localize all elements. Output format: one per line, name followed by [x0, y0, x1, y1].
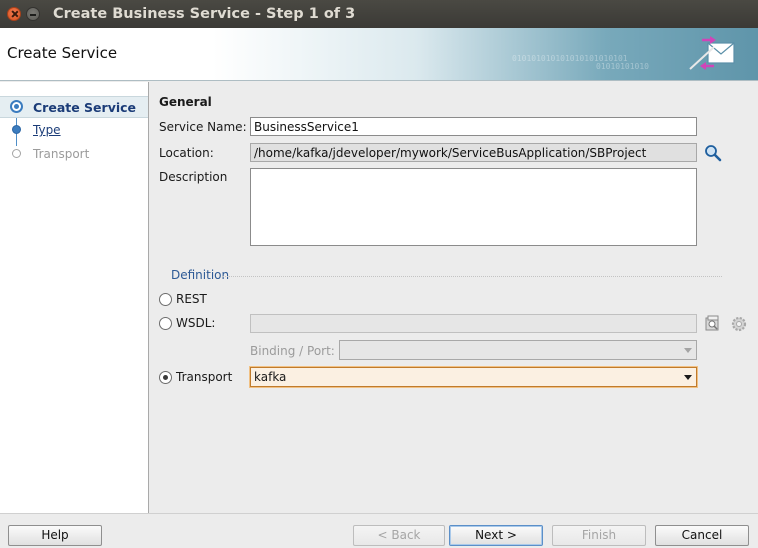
decor-binary: 01010101010: [596, 62, 649, 71]
train-step-icon: [12, 149, 21, 158]
step-label: Create Service: [33, 100, 137, 115]
service-name-label-text: Service Name:: [159, 120, 247, 134]
wizard-header: Create Service 010101010101010101010101 …: [0, 28, 758, 81]
minimize-icon[interactable]: [26, 7, 40, 21]
transport-select[interactable]: kafka: [250, 367, 697, 387]
step-label[interactable]: Type: [33, 123, 61, 137]
wsdl-radio[interactable]: [159, 317, 172, 330]
gear-icon[interactable]: [729, 314, 749, 334]
search-icon[interactable]: [703, 143, 723, 163]
chevron-down-icon: [684, 348, 692, 353]
close-icon[interactable]: [7, 7, 21, 21]
train-current-icon: [10, 100, 23, 113]
description-label: Description: [159, 170, 228, 184]
transport-radio[interactable]: [159, 371, 172, 384]
service-envelope-icon: [689, 36, 735, 70]
wizard-content: General Service Name: Location: Descript…: [150, 82, 758, 513]
header-title: Create Service: [7, 44, 118, 62]
train-step-icon: [12, 125, 21, 134]
divider: [222, 276, 722, 277]
step-label: Transport: [33, 147, 90, 161]
location-field[interactable]: [250, 143, 697, 162]
wizard-steps-nav: Create Service Type Transport: [0, 82, 149, 513]
cancel-button[interactable]: Cancel: [655, 525, 749, 546]
transport-value: kafka: [254, 370, 287, 384]
step-type[interactable]: Type: [0, 120, 148, 142]
transport-label: Transport: [176, 370, 233, 384]
help-button[interactable]: Help: [8, 525, 102, 546]
wsdl-input[interactable]: [250, 314, 697, 333]
service-name-input[interactable]: [250, 117, 697, 136]
next-button[interactable]: Next >: [449, 525, 543, 546]
wsdl-label: WSDL:: [176, 316, 216, 330]
title-bar: Create Business Service - Step 1 of 3: [0, 0, 758, 28]
window-title: Create Business Service - Step 1 of 3: [53, 6, 356, 22]
definition-section-title: Definition: [171, 268, 230, 282]
description-textarea[interactable]: [250, 168, 697, 246]
wsdl-browse-icon[interactable]: [703, 313, 723, 333]
rest-label: REST: [176, 292, 207, 306]
step-transport: Transport: [0, 144, 148, 166]
binding-port-select[interactable]: [339, 340, 697, 360]
wizard-footer: Help < Back Next > Finish Cancel: [0, 513, 758, 548]
rest-radio[interactable]: [159, 293, 172, 306]
back-button[interactable]: < Back: [353, 525, 445, 546]
location-label: Location:: [159, 146, 214, 160]
finish-button[interactable]: Finish: [552, 525, 646, 546]
chevron-down-icon: [684, 375, 692, 380]
binding-port-label: Binding / Port:: [250, 344, 335, 358]
general-section-title: General: [159, 95, 212, 109]
step-create-service[interactable]: Create Service: [0, 96, 148, 118]
